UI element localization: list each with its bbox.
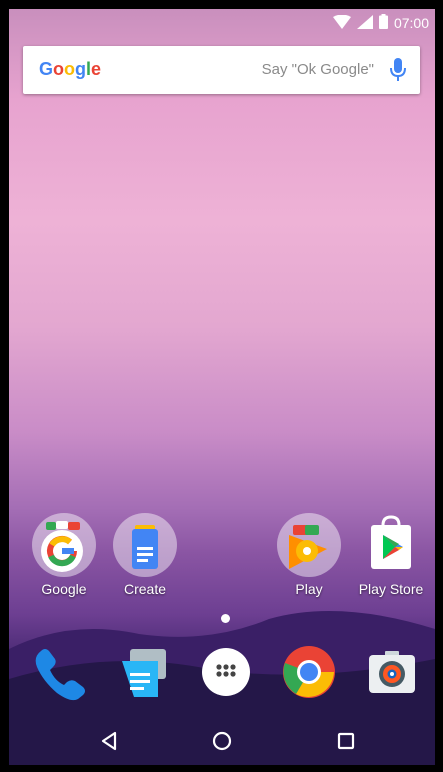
play-store-icon (359, 513, 423, 582)
signal-icon (356, 14, 373, 32)
microphone-icon[interactable] (390, 58, 406, 87)
wifi-icon (332, 14, 351, 32)
play-music-icon (277, 513, 341, 582)
page-indicator (221, 614, 230, 623)
google-search-bar[interactable]: Google Say "Ok Google" (23, 46, 420, 94)
phone-icon (31, 649, 89, 705)
dock-messenger[interactable] (114, 643, 172, 701)
status-icons: 07:00 (332, 14, 429, 32)
home-icon[interactable] (208, 727, 236, 755)
back-icon[interactable] (95, 727, 123, 755)
app-create-label: Create (123, 581, 167, 597)
app-play-label: Play (295, 581, 323, 597)
home-screen: 07:00 Google Say "Ok Google" Google Crea… (9, 9, 435, 765)
app-google-label: Google (41, 581, 87, 597)
search-hint: Say "Ok Google" (261, 61, 374, 78)
google-folder-icon (32, 513, 96, 582)
dock-chrome[interactable] (280, 643, 338, 701)
battery-icon (378, 14, 388, 32)
status-time: 07:00 (393, 15, 429, 31)
dock-camera[interactable] (363, 643, 421, 701)
chrome-icon (280, 646, 338, 705)
camera-icon (363, 651, 421, 705)
app-drawer-icon (197, 648, 255, 705)
messenger-icon (114, 649, 172, 705)
dock-phone[interactable] (31, 643, 89, 701)
google-logo: Google (39, 59, 102, 79)
app-play-store-label: Play Store (358, 581, 424, 597)
navigation-bar (9, 717, 435, 765)
status-bar: 07:00 (9, 9, 435, 35)
dock-app-drawer[interactable] (197, 643, 255, 701)
docs-folder-icon (113, 513, 177, 582)
recents-icon[interactable] (332, 727, 360, 755)
